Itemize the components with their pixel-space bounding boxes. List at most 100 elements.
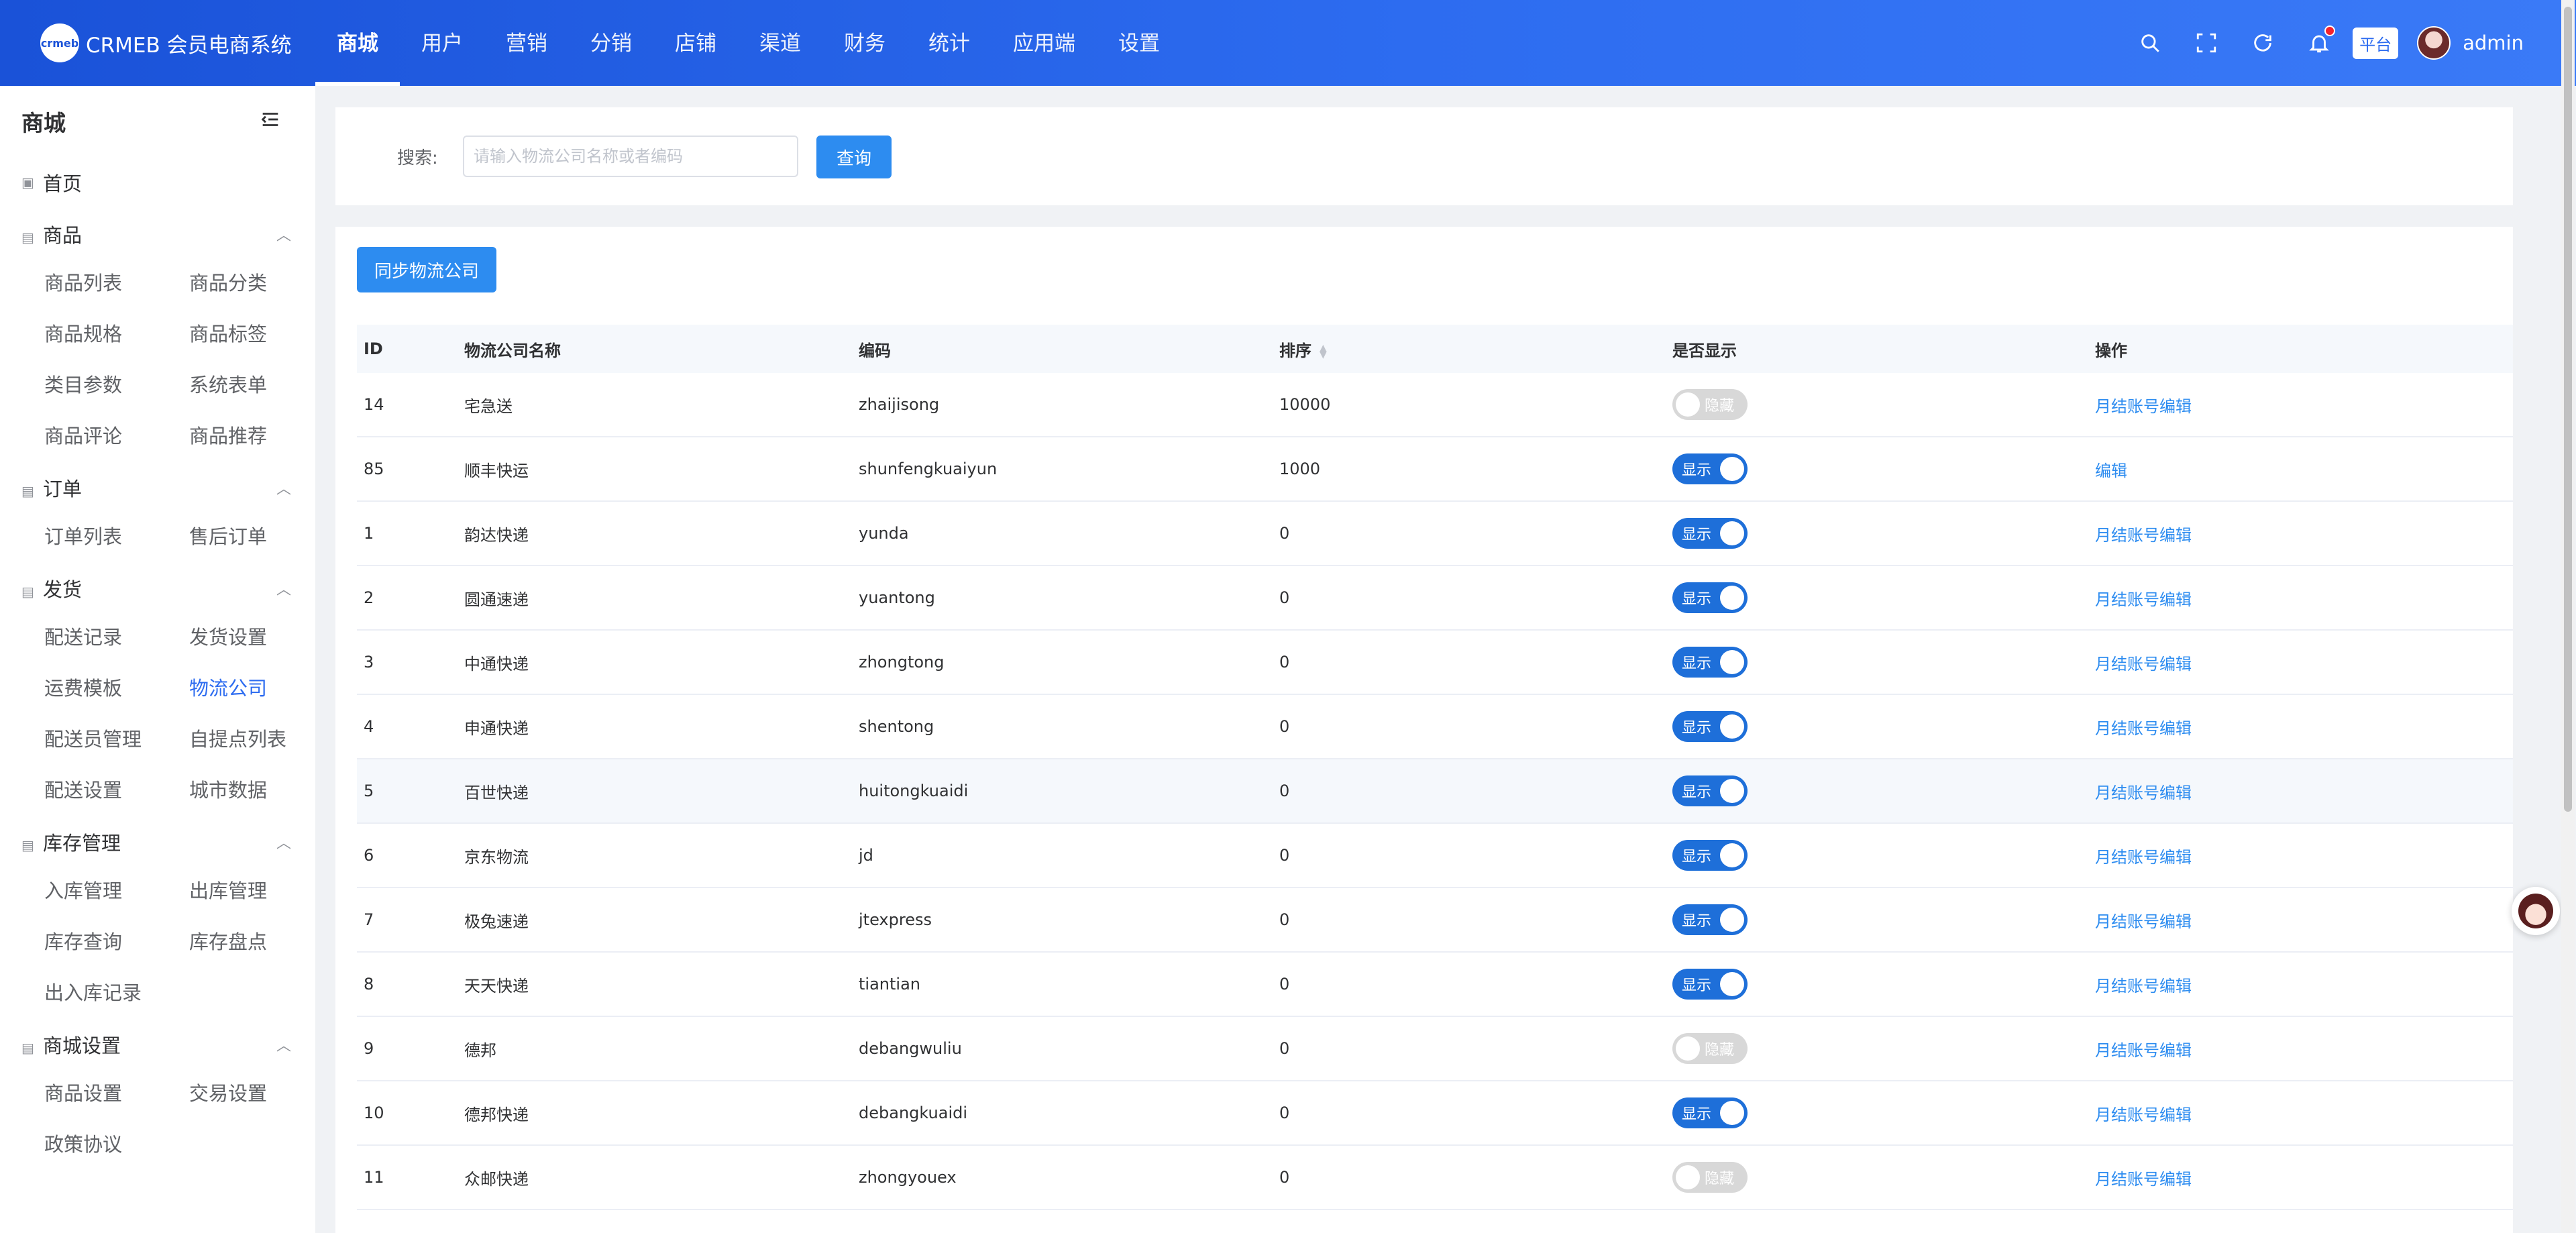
chevron-up-icon[interactable]: ︿ bbox=[276, 1034, 291, 1055]
sidebar-item[interactable]: 配送记录 bbox=[44, 612, 189, 663]
nav-item[interactable]: 设置 bbox=[1097, 0, 1181, 86]
edit-link[interactable]: 月结账号编辑 bbox=[2095, 526, 2192, 545]
bell-icon[interactable] bbox=[2304, 25, 2336, 58]
cell-sort: 0 bbox=[1279, 1039, 1290, 1058]
sidebar-item[interactable]: 入库管理 bbox=[44, 865, 189, 916]
nav-item[interactable]: 商城 bbox=[315, 0, 400, 86]
show-toggle[interactable]: 隐藏 bbox=[1672, 389, 1748, 420]
nav-item[interactable]: 统计 bbox=[907, 0, 991, 86]
sidebar-group-items: 商品列表 商品分类 商品规格 商品标签 类目参数 系统表单 商品评论 商品推荐 bbox=[0, 258, 315, 462]
sidebar-item[interactable]: 商品标签 bbox=[189, 309, 315, 360]
sidebar-item[interactable]: 商品规格 bbox=[44, 309, 189, 360]
username[interactable]: admin bbox=[2463, 32, 2524, 54]
nav-item[interactable]: 营销 bbox=[484, 0, 569, 86]
show-toggle[interactable]: 显示 bbox=[1672, 904, 1748, 935]
fullscreen-icon[interactable] bbox=[2192, 28, 2221, 58]
sync-logistics-button[interactable]: 同步物流公司 bbox=[357, 247, 496, 292]
sidebar-item[interactable]: 自提点列表 bbox=[189, 714, 315, 765]
sidebar-group-title[interactable]: ▤ 库存管理 ︿ bbox=[0, 818, 315, 865]
show-toggle[interactable]: 显示 bbox=[1672, 711, 1748, 742]
cell-show: 显示 bbox=[1672, 518, 2095, 549]
edit-link[interactable]: 月结账号编辑 bbox=[2095, 719, 2192, 738]
sidebar-item[interactable]: 运费模板 bbox=[44, 663, 189, 714]
sidebar-item[interactable]: 出库管理 bbox=[189, 865, 315, 916]
cell-sort: 0 bbox=[1279, 588, 1290, 607]
chevron-up-icon[interactable]: ︿ bbox=[276, 831, 291, 853]
edit-link[interactable]: 月结账号编辑 bbox=[2095, 1041, 2192, 1060]
logistics-table: ID 物流公司名称 编码 排序 ▲ ▼ 是否显示 操作 14 宅急送 zhaijison… bbox=[357, 325, 2513, 1210]
scrollbar-thumb[interactable] bbox=[2564, 7, 2572, 812]
edit-link[interactable]: 月结账号编辑 bbox=[2095, 912, 2192, 931]
sidebar-group-title[interactable]: ▤ 商品 ︿ bbox=[0, 211, 315, 258]
chevron-up-icon[interactable]: ︿ bbox=[276, 477, 291, 498]
edit-link[interactable]: 月结账号编辑 bbox=[2095, 848, 2192, 867]
sidebar-item[interactable]: 订单列表 bbox=[44, 511, 189, 562]
sidebar-item[interactable]: 出入库记录 bbox=[44, 967, 189, 1018]
sidebar-item[interactable]: 售后订单 bbox=[189, 511, 315, 562]
sidebar-item[interactable]: 城市数据 bbox=[189, 765, 315, 816]
customer-service-avatar[interactable] bbox=[2512, 887, 2560, 935]
show-toggle[interactable]: 显示 bbox=[1672, 969, 1748, 1000]
avatar[interactable] bbox=[2417, 26, 2451, 60]
menu-collapse-icon[interactable] bbox=[259, 108, 282, 135]
sidebar-group-title[interactable]: ▤ 商城设置 ︿ bbox=[0, 1021, 315, 1068]
cell-op: 月结账号编辑 bbox=[2095, 908, 2498, 932]
sidebar-group-title[interactable]: ▤ 发货 ︿ bbox=[0, 565, 315, 612]
header-sort[interactable]: 排序 ▲ ▼ bbox=[1279, 337, 1672, 361]
sidebar-item[interactable]: 库存盘点 bbox=[189, 916, 315, 967]
show-toggle[interactable]: 显示 bbox=[1672, 582, 1748, 613]
refresh-icon[interactable] bbox=[2248, 28, 2277, 58]
edit-link[interactable]: 月结账号编辑 bbox=[2095, 1170, 2192, 1189]
sidebar-item[interactable]: 政策协议 bbox=[44, 1119, 189, 1170]
edit-link[interactable]: 月结账号编辑 bbox=[2095, 590, 2192, 609]
show-toggle[interactable]: 显示 bbox=[1672, 647, 1748, 678]
nav-item[interactable]: 分销 bbox=[569, 0, 653, 86]
menu-group-icon: ▤ bbox=[21, 584, 34, 600]
show-toggle[interactable]: 显示 bbox=[1672, 840, 1748, 871]
chevron-up-icon[interactable]: ︿ bbox=[276, 223, 291, 245]
sidebar-group-title[interactable]: ▤ 订单 ︿ bbox=[0, 464, 315, 511]
edit-link[interactable]: 月结账号编辑 bbox=[2095, 397, 2192, 416]
edit-link[interactable]: 编辑 bbox=[2095, 462, 2127, 480]
query-button[interactable]: 查询 bbox=[816, 136, 892, 178]
toggle-knob bbox=[1720, 586, 1744, 610]
sidebar-item[interactable]: 库存查询 bbox=[44, 916, 189, 967]
show-toggle[interactable]: 隐藏 bbox=[1672, 1162, 1748, 1193]
show-toggle[interactable]: 显示 bbox=[1672, 518, 1748, 549]
sidebar-item[interactable]: 物流公司 bbox=[189, 663, 315, 714]
show-toggle[interactable]: 显示 bbox=[1672, 775, 1748, 806]
edit-link[interactable]: 月结账号编辑 bbox=[2095, 1106, 2192, 1124]
page-scrollbar[interactable] bbox=[2561, 0, 2575, 1233]
show-toggle[interactable]: 显示 bbox=[1672, 1097, 1748, 1128]
brand[interactable]: crmeb CRMEB 会员电商系统 bbox=[0, 0, 315, 86]
search-input[interactable] bbox=[463, 136, 798, 177]
show-toggle[interactable]: 显示 bbox=[1672, 453, 1748, 484]
sidebar-item[interactable]: 配送设置 bbox=[44, 765, 189, 816]
sort-caret-icon[interactable]: ▲ ▼ bbox=[1320, 343, 1327, 360]
sidebar-item[interactable]: 商品列表 bbox=[44, 258, 189, 309]
sidebar-item[interactable]: 类目参数 bbox=[44, 360, 189, 411]
nav-item[interactable]: 店铺 bbox=[653, 0, 738, 86]
nav-item[interactable]: 用户 bbox=[400, 0, 484, 86]
sidebar-item[interactable]: 配送员管理 bbox=[44, 714, 189, 765]
sidebar-item[interactable]: 商品分类 bbox=[189, 258, 315, 309]
sidebar-item[interactable]: 发货设置 bbox=[189, 612, 315, 663]
sidebar-group-items: 配送记录 发货设置 运费模板 物流公司 配送员管理 自提点列表 配送设置 城市数据 bbox=[0, 612, 315, 816]
search-icon[interactable] bbox=[2135, 28, 2165, 58]
show-toggle[interactable]: 隐藏 bbox=[1672, 1033, 1748, 1064]
sidebar-item[interactable]: 商品推荐 bbox=[189, 411, 315, 462]
sidebar-item[interactable]: 交易设置 bbox=[189, 1068, 315, 1119]
cell-show: 显示 bbox=[1672, 1097, 2095, 1128]
edit-link[interactable]: 月结账号编辑 bbox=[2095, 784, 2192, 802]
nav-item[interactable]: 渠道 bbox=[738, 0, 822, 86]
edit-link[interactable]: 月结账号编辑 bbox=[2095, 977, 2192, 996]
sidebar-item[interactable]: 系统表单 bbox=[189, 360, 315, 411]
cell-code: zhongyouex bbox=[859, 1168, 957, 1187]
nav-item[interactable]: 财务 bbox=[822, 0, 907, 86]
sidebar-item-home[interactable]: ▣ 首页 bbox=[0, 157, 315, 208]
edit-link[interactable]: 月结账号编辑 bbox=[2095, 655, 2192, 674]
chevron-up-icon[interactable]: ︿ bbox=[276, 578, 291, 599]
sidebar-item[interactable]: 商品评论 bbox=[44, 411, 189, 462]
nav-item[interactable]: 应用端 bbox=[991, 0, 1097, 86]
sidebar-item[interactable]: 商品设置 bbox=[44, 1068, 189, 1119]
